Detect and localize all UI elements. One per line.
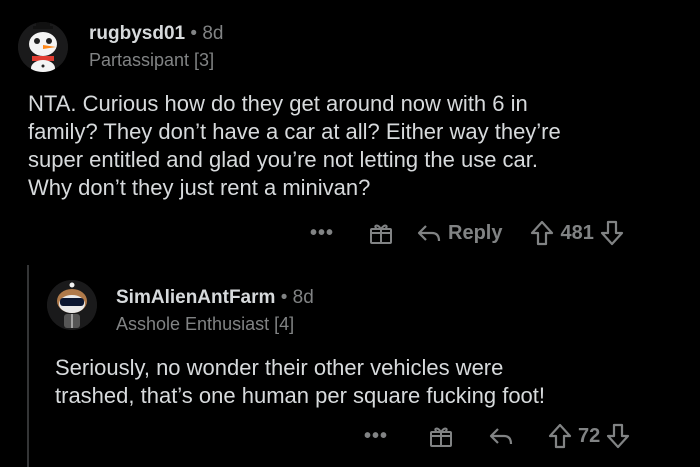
comment-age: 8d [202, 23, 224, 44]
comment-actions: ••• 72 [364, 420, 630, 452]
reply-button[interactable]: Reply [416, 222, 502, 245]
separator: • [190, 23, 198, 44]
comment-body: NTA. Curious how do they get around now … [28, 91, 561, 200]
avatar[interactable] [47, 280, 97, 330]
comment-rugbysd01: rugbysd01 • 8d Partassipant [3] NTA. Cur… [0, 0, 700, 250]
comment-SimAlienAntFarm: SimAlienAntFarm • 8d Asshole Enthusiast … [0, 250, 700, 467]
snowman-avatar-icon [18, 22, 68, 72]
reply-arrow-icon[interactable] [488, 425, 514, 447]
comment-header: SimAlienAntFarm • 8d Asshole Enthusiast … [116, 286, 314, 336]
comment-actions: ••• Reply 481 [310, 217, 624, 249]
gift-icon[interactable] [428, 423, 454, 449]
downvote-arrow-icon[interactable] [606, 423, 630, 449]
reply-label: Reply [448, 221, 503, 244]
upvote-arrow-icon[interactable] [530, 220, 554, 246]
username-row: rugbysd01 • 8d [89, 22, 223, 46]
user-flair: Asshole Enthusiast [4] [116, 314, 295, 334]
username-row: SimAlienAntFarm • 8d [116, 286, 314, 310]
vote-count: 481 [560, 221, 594, 244]
downvote-arrow-icon[interactable] [600, 220, 624, 246]
comment-body: Seriously, no wonder their other vehicle… [55, 355, 546, 408]
snoo-avatar-icon [47, 280, 97, 330]
username[interactable]: rugbysd01 [89, 23, 185, 44]
reply-arrow-icon [416, 222, 442, 244]
vote-count: 72 [578, 424, 601, 447]
upvote-arrow-icon[interactable] [548, 423, 572, 449]
avatar[interactable] [18, 22, 68, 72]
more-options-icon[interactable]: ••• [364, 425, 388, 448]
gift-icon[interactable] [368, 220, 394, 246]
comment-header: rugbysd01 • 8d Partassipant [3] [89, 22, 223, 72]
separator: • [280, 287, 288, 308]
user-flair: Partassipant [3] [89, 50, 215, 70]
comment-age: 8d [292, 287, 314, 308]
more-options-icon[interactable]: ••• [310, 222, 334, 245]
username[interactable]: SimAlienAntFarm [116, 287, 275, 308]
